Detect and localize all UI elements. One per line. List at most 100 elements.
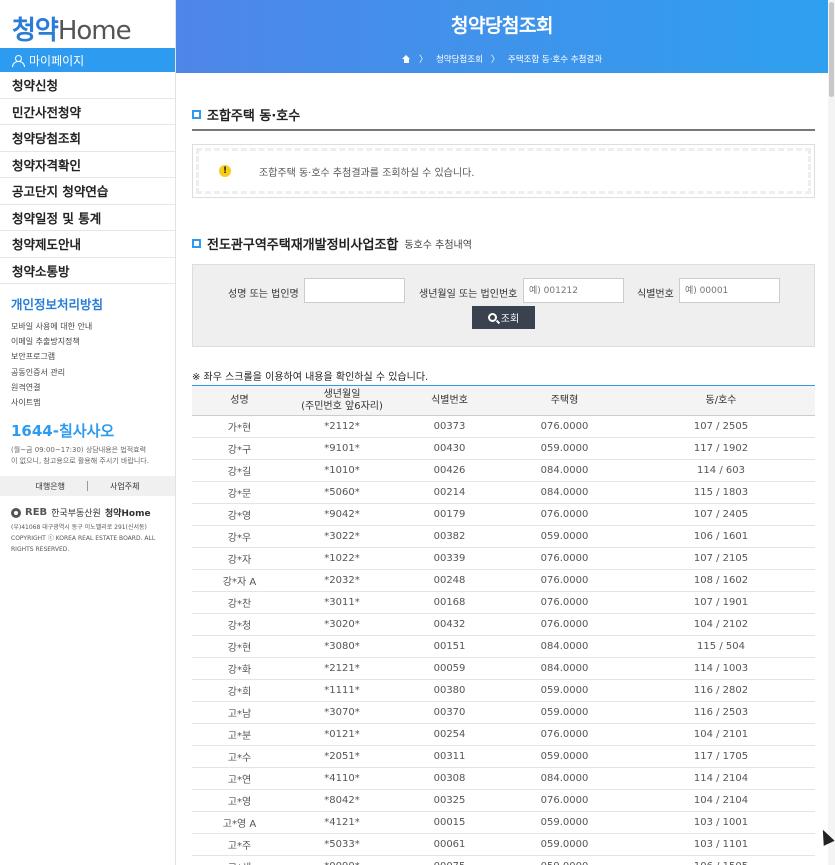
cell-birth: *5060* [287, 481, 397, 504]
cell-id: 00373 [397, 415, 502, 438]
table-row: 고*연 *4110* 00308 084.0000 114 / 2104 [192, 767, 815, 790]
cell-birth: *1022* [287, 547, 397, 570]
cell-name: 고*남 [192, 701, 287, 724]
cell-type: 076.0000 [502, 503, 627, 526]
sidebar-item-apply[interactable]: 청약신청 [0, 72, 175, 99]
breadcrumb-item-winner[interactable]: 청약당첨조회 [436, 53, 483, 65]
square-bullet-icon [192, 239, 201, 248]
table-row: 강*자 A *2032* 00248 076.0000 108 / 1602 [192, 569, 815, 592]
link-security-program[interactable]: 보안프로그램 [11, 349, 175, 364]
table-row: 고*수 *2051* 00311 059.0000 117 / 1705 [192, 745, 815, 768]
link-remote[interactable]: 원격연결 [11, 380, 175, 395]
home-icon[interactable] [401, 54, 411, 63]
cell-unit: 104 / 2104 [627, 789, 815, 812]
cell-name: 고*새 [192, 855, 287, 865]
cell-name: 강*화 [192, 657, 287, 680]
cell-type: 059.0000 [502, 855, 627, 865]
cell-type: 059.0000 [502, 745, 627, 768]
table-row: 강*자 *1022* 00339 076.0000 107 / 2105 [192, 547, 815, 570]
chevron-right-icon: 〉 [490, 55, 500, 65]
cell-name: 강*영 [192, 503, 287, 526]
table-row: 강*현 *3080* 00151 084.0000 115 / 504 [192, 635, 815, 658]
breadcrumb-item-current[interactable]: 주택조합 동·호수 추첨결과 [508, 53, 602, 65]
cell-type: 084.0000 [502, 635, 627, 658]
cell-birth: *3022* [287, 525, 397, 548]
cell-birth: *2112* [287, 415, 397, 438]
cell-type: 076.0000 [502, 547, 627, 570]
cell-id: 00432 [397, 613, 502, 636]
link-email-policy[interactable]: 이메일 추출방지정책 [11, 334, 175, 349]
sidebar-item-winner-lookup[interactable]: 청약당첨조회 [0, 125, 175, 152]
cell-unit: 114 / 603 [627, 459, 815, 482]
sidebar-item-guide[interactable]: 청약제도안내 [0, 231, 175, 258]
square-bullet-icon [192, 110, 201, 119]
logo-text-home: Home [57, 16, 132, 46]
link-mobile-guide[interactable]: 모바일 사용에 대한 안내 [11, 319, 175, 334]
cell-id: 00382 [397, 525, 502, 548]
footer-address: (우)41068 대구광역시 동구 이노밸리로 291(신서동) [11, 524, 147, 532]
main-content: 조합주택 동·호수 ! 조합주택 동·호수 추첨결과를 조회하실 수 있습니다.… [192, 100, 815, 865]
cell-name: 강*우 [192, 525, 287, 548]
mypage-button[interactable]: 마이페이지 [0, 48, 175, 72]
cell-birth: *0090* [287, 855, 397, 865]
sidebar-item-pre-subscription[interactable]: 민간사전청약 [0, 99, 175, 125]
notice-text: 조합주택 동·호수 추첨결과를 조회하실 수 있습니다. [259, 167, 475, 179]
name-input[interactable] [304, 278, 405, 303]
sidebar-item-schedule[interactable]: 청약일정 및 통계 [0, 205, 175, 231]
cell-unit: 115 / 504 [627, 635, 815, 658]
table-row: 고*영 *8042* 00325 076.0000 104 / 2104 [192, 789, 815, 812]
business-entity-button[interactable]: 사업주체 [110, 481, 139, 492]
cell-type: 076.0000 [502, 789, 627, 812]
table-row: 강*찬 *3011* 00168 076.0000 107 / 1901 [192, 591, 815, 614]
link-sitemap[interactable]: 사이트맵 [11, 395, 175, 410]
search-button[interactable]: 조회 [472, 306, 535, 329]
section2-title: 전도관구역주택재개발정비사업조합 [207, 238, 399, 253]
table-row: 강*화 *2121* 00059 084.0000 114 / 1003 [192, 657, 815, 680]
table-row: 강*구 *9101* 00430 059.0000 117 / 1902 [192, 437, 815, 460]
sidebar-item-eligibility[interactable]: 청약자격확인 [0, 152, 175, 178]
cell-birth: *3070* [287, 701, 397, 724]
link-certificate[interactable]: 공동인증서 관리 [11, 365, 175, 380]
scrollbar-thumb[interactable] [829, 2, 834, 97]
birth-label: 생년월일 또는 법인번호 [419, 289, 518, 300]
cell-unit: 117 / 1902 [627, 437, 815, 460]
cell-type: 084.0000 [502, 767, 627, 790]
cell-unit: 114 / 2104 [627, 767, 815, 790]
col-birth-header-line2: (주민번호 앞6자리) [301, 400, 383, 412]
cell-birth: *9101* [287, 437, 397, 460]
cell-id: 00248 [397, 569, 502, 592]
cell-id: 00061 [397, 833, 502, 856]
col-unit-header: 동/호수 [627, 385, 815, 416]
vertical-scrollbar[interactable] [828, 0, 835, 865]
chevron-right-icon: 〉 [418, 55, 428, 65]
footer-site-logo: 청약Home [104, 509, 151, 520]
sidebar-item-practice[interactable]: 공고단지 청약연습 [0, 178, 175, 205]
search-form: 성명 또는 법인명 생년월일 또는 법인번호 식별번호 조회 [192, 264, 815, 347]
cell-unit: 104 / 2102 [627, 613, 815, 636]
agent-bank-button[interactable]: 대행은행 [36, 481, 65, 492]
cell-id: 00308 [397, 767, 502, 790]
footer-links: 모바일 사용에 대한 안내 이메일 추출방지정책 보안프로그램 공동인증서 관리… [0, 313, 175, 410]
cell-type: 076.0000 [502, 569, 627, 592]
page-title: 청약당첨조회 [451, 15, 553, 37]
cell-id: 00214 [397, 481, 502, 504]
cell-type: 059.0000 [502, 679, 627, 702]
cell-type: 084.0000 [502, 481, 627, 504]
table-row: 고*남 *3070* 00370 059.0000 116 / 2503 [192, 701, 815, 724]
cell-birth: *8042* [287, 789, 397, 812]
sidebar-item-community[interactable]: 청약소통방 [0, 258, 175, 284]
cell-unit: 107 / 1901 [627, 591, 815, 614]
cell-birth: *1010* [287, 459, 397, 482]
cell-birth: *4121* [287, 811, 397, 834]
table-row: 고*주 *5033* 00061 059.0000 103 / 1101 [192, 833, 815, 856]
result-table: 성명 생년월일 (주민번호 앞6자리) 식별번호 주택형 동/호수 가*현 *21… [192, 385, 815, 865]
cell-unit: 116 / 2503 [627, 701, 815, 724]
privacy-policy-link[interactable]: 개인정보처리방침 [0, 294, 175, 313]
site-logo[interactable]: 청약Home [0, 0, 175, 48]
section-title-housing: 조합주택 동·호수 [192, 100, 815, 131]
cell-id: 00380 [397, 679, 502, 702]
cell-birth: *3080* [287, 635, 397, 658]
cell-unit: 107 / 2105 [627, 547, 815, 570]
id-number-input[interactable] [679, 278, 780, 303]
birth-input[interactable] [523, 278, 624, 303]
